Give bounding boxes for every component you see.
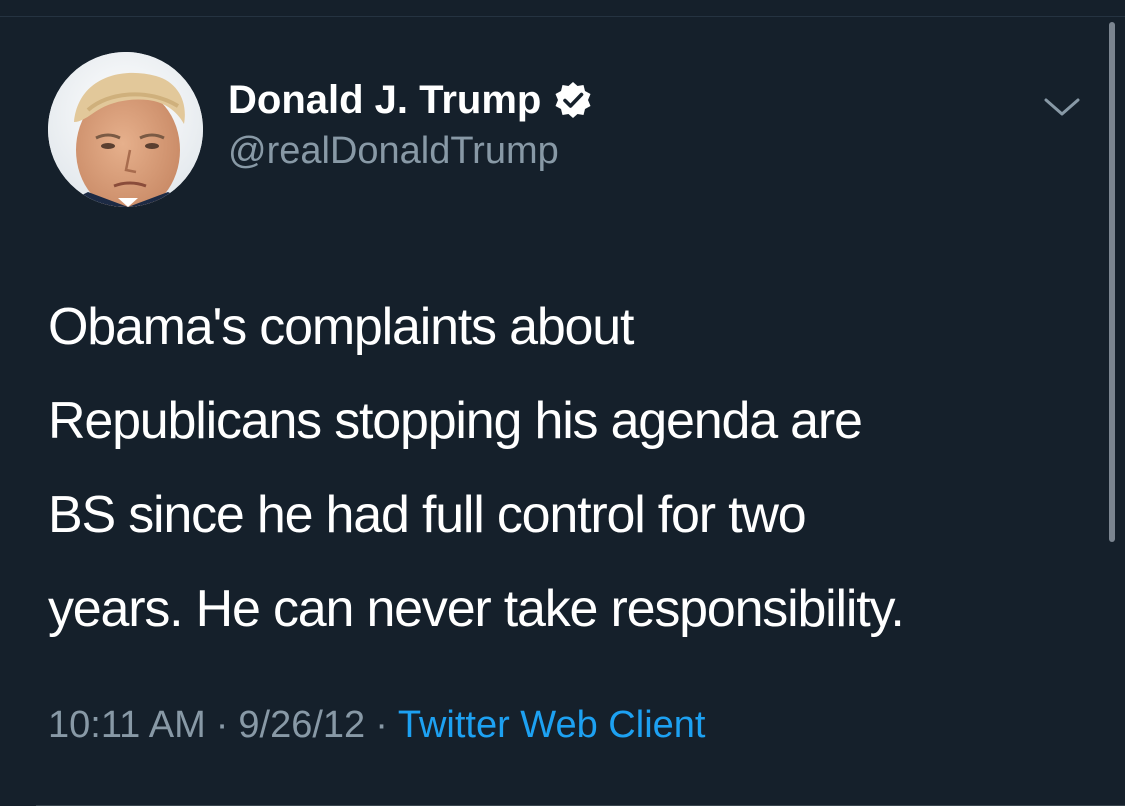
meta-separator: · — [215, 704, 229, 746]
profile-photo — [48, 52, 203, 207]
tweet-text: Obama's complaints about Republicans sto… — [48, 280, 1098, 656]
verified-badge-icon — [553, 80, 593, 120]
tweet-text-line: BS since he had full control for two — [48, 486, 807, 544]
tweet-time[interactable]: 10:11 AM — [48, 704, 206, 746]
tweet-source-link[interactable]: Twitter Web Client — [398, 704, 706, 746]
display-name[interactable]: Donald J. Trump — [228, 78, 541, 123]
tweet-date[interactable]: 9/26/12 — [238, 704, 365, 746]
tweet-meta: 10:11 AM · 9/26/12 · Twitter Web Client — [48, 704, 705, 747]
avatar[interactable] — [48, 52, 203, 207]
chevron-down-icon[interactable] — [1042, 94, 1082, 122]
top-divider — [0, 0, 1125, 17]
tweet-text-line: Obama's complaints about — [48, 298, 634, 356]
tweet-text-line: years. He can never take responsibility. — [48, 580, 905, 638]
meta-separator: · — [375, 704, 388, 746]
author-name-row[interactable]: Donald J. Trump — [228, 74, 593, 126]
scrollbar[interactable] — [1109, 22, 1115, 542]
tweet-text-line: Republicans stopping his agenda are — [48, 392, 863, 450]
user-handle[interactable]: @realDonaldTrump — [228, 130, 559, 173]
